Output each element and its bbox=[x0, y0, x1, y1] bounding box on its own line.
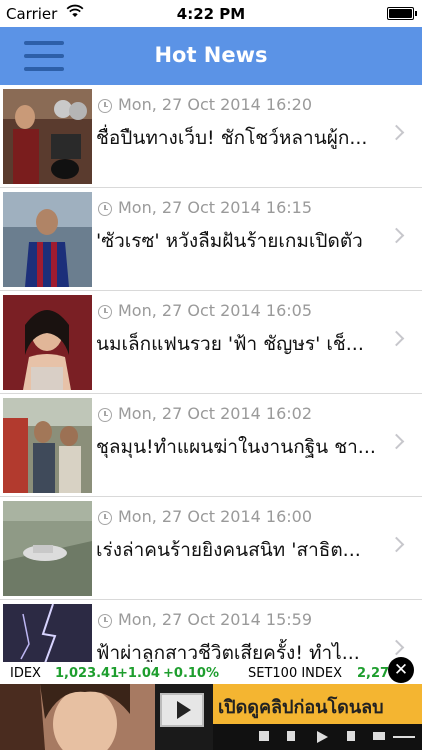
volume-slider[interactable] bbox=[393, 736, 415, 738]
clock-time: 4:22 PM bbox=[176, 5, 246, 23]
page-title: Hot News bbox=[154, 43, 268, 67]
news-headline: ชุลมุน!ทำแผนฆ่าในงานกฐิน ชา... bbox=[96, 436, 376, 458]
news-headline: เร่งล่าคนร้ายยิงคนสนิท 'สาธิต... bbox=[96, 539, 361, 561]
ad-text: เปิดดูคลิปก่อนโดนลบ bbox=[218, 697, 384, 718]
ticker-index-label: IDEX bbox=[10, 666, 41, 681]
news-date: Mon, 27 Oct 2014 16:20 bbox=[118, 95, 313, 114]
news-date: Mon, 27 Oct 2014 16:15 bbox=[118, 198, 313, 217]
news-row[interactable]: Mon, 27 Oct 2014 16:00 เร่งล่าคนร้ายยิงค… bbox=[0, 497, 422, 600]
ad-video-controls[interactable] bbox=[213, 724, 422, 750]
news-row[interactable]: Mon, 27 Oct 2014 16:05 นมเล็กแฟนรวย 'ฟ้า… bbox=[0, 291, 422, 394]
news-date: Mon, 27 Oct 2014 16:05 bbox=[118, 301, 313, 320]
news-thumbnail bbox=[3, 604, 92, 662]
news-date: Mon, 27 Oct 2014 16:02 bbox=[118, 404, 313, 423]
news-date: Mon, 27 Oct 2014 15:59 bbox=[118, 610, 313, 629]
news-date: Mon, 27 Oct 2014 16:00 bbox=[118, 507, 313, 526]
chevron-right-icon bbox=[388, 536, 405, 553]
clock-icon bbox=[98, 511, 112, 525]
chevron-right-icon bbox=[388, 433, 405, 450]
clock-icon bbox=[98, 305, 112, 319]
close-ad-button[interactable]: ✕ bbox=[388, 657, 414, 683]
status-bar: Carrier 4:22 PM bbox=[0, 0, 422, 27]
news-row[interactable]: Mon, 27 Oct 2014 16:02 ชุลมุน!ทำแผนฆ่าใน… bbox=[0, 394, 422, 497]
news-row[interactable]: Mon, 27 Oct 2014 16:20 ชื่อปืนทางเว็บ! ช… bbox=[0, 85, 422, 188]
news-headline: ฟ้าผ่าลูกสาวชีวิตเสียครั้ง! ทำไ... bbox=[96, 642, 360, 662]
clock-icon bbox=[98, 202, 112, 216]
rewind-icon[interactable] bbox=[287, 731, 295, 741]
battery-icon bbox=[387, 7, 417, 20]
ticker-set100-label: SET100 INDEX bbox=[248, 666, 343, 681]
news-thumbnail bbox=[3, 501, 92, 596]
news-thumbnail bbox=[3, 295, 92, 390]
nav-bar: Hot News bbox=[0, 27, 422, 85]
fast-forward-icon[interactable] bbox=[347, 731, 355, 741]
news-thumbnail bbox=[3, 398, 92, 493]
ticker-index-pct: +0.10% bbox=[163, 666, 219, 681]
play-icon[interactable] bbox=[317, 731, 328, 743]
chevron-right-icon bbox=[388, 639, 405, 656]
news-headline: ชื่อปืนทางเว็บ! ชักโชว์หลานผู้ก... bbox=[96, 127, 368, 149]
stop-icon[interactable] bbox=[259, 731, 269, 741]
news-list[interactable]: Mon, 27 Oct 2014 16:20 ชื่อปืนทางเว็บ! ช… bbox=[0, 85, 422, 662]
ticker-set100-value: 2,27 bbox=[357, 666, 390, 681]
volume-icon[interactable] bbox=[373, 732, 385, 740]
ticker-index-value: 1,023.41 bbox=[55, 666, 120, 681]
news-row[interactable]: Mon, 27 Oct 2014 15:59 ฟ้าผ่าลูกสาวชีวิต… bbox=[0, 600, 422, 662]
clock-icon bbox=[98, 614, 112, 628]
news-thumbnail bbox=[3, 192, 92, 287]
news-headline: 'ซัวเรซ' หวังลืมฝันร้ายเกมเปิดตัว bbox=[96, 230, 363, 252]
news-headline: นมเล็กแฟนรวย 'ฟ้า ชัญษร' เช็... bbox=[96, 333, 364, 355]
chevron-right-icon bbox=[388, 124, 405, 141]
stock-ticker: IDEX 1,023.41 +1.04 +0.10% SET100 INDEX … bbox=[0, 662, 422, 684]
clock-icon bbox=[98, 408, 112, 422]
chevron-right-icon bbox=[388, 227, 405, 244]
ticker-index-change: +1.04 bbox=[117, 666, 160, 681]
ad-banner[interactable]: เปิดดูคลิปก่อนโดนลบ bbox=[0, 684, 422, 750]
ad-image bbox=[0, 684, 155, 750]
news-row[interactable]: Mon, 27 Oct 2014 16:15 'ซัวเรซ' หวังลืมฝ… bbox=[0, 188, 422, 291]
chevron-right-icon bbox=[388, 330, 405, 347]
news-thumbnail bbox=[3, 89, 92, 184]
ad-play-icon[interactable] bbox=[160, 693, 204, 727]
clock-icon bbox=[98, 99, 112, 113]
